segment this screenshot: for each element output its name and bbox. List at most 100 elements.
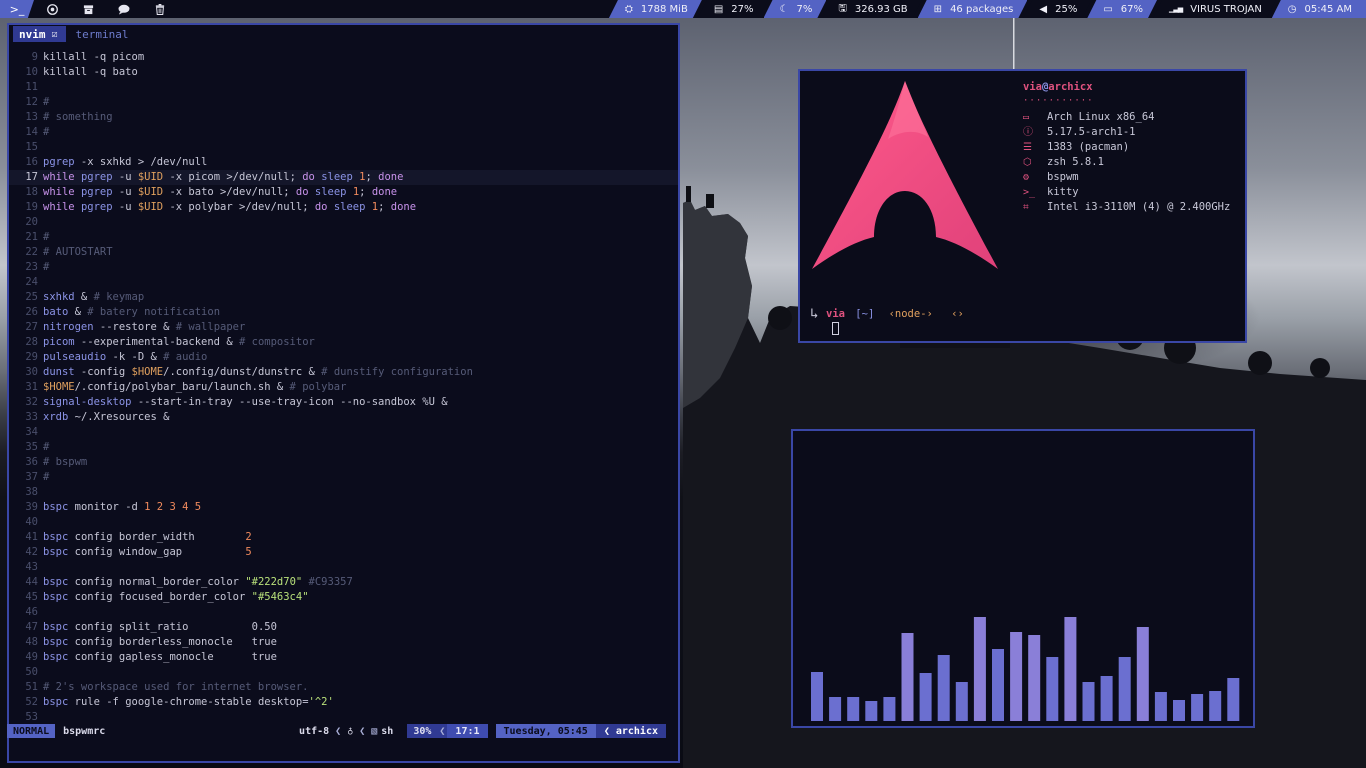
- code-line[interactable]: 33 xrdb ~/.Xresources &: [9, 410, 678, 425]
- code-line[interactable]: 41 bspc config border_width 2: [9, 530, 678, 545]
- info-icon: ⓘ: [1023, 127, 1033, 138]
- code-line[interactable]: 18 while pgrep -u $UID -x bato >/dev/null…: [9, 185, 678, 200]
- code-line[interactable]: 17 while pgrep -u $UID -x picom >/dev/nul…: [9, 170, 678, 185]
- line-number: 41: [25, 531, 38, 543]
- nvim-window[interactable]: nvim ☑ terminal 9 killall -q picom 10 killa…: [7, 23, 680, 763]
- code-line[interactable]: 10 killall -q bato: [9, 65, 678, 80]
- storage-module[interactable]: 🖫 326.93 GB: [822, 0, 921, 18]
- code-token: # compositor: [238, 336, 315, 348]
- code-token: # AUTOSTART: [43, 246, 113, 258]
- line-number: 23: [25, 261, 38, 273]
- code-line[interactable]: 12 #: [9, 95, 678, 110]
- fetch-row: ⓘ 5.17.5-arch1-1: [1023, 125, 1230, 140]
- archive-icon[interactable]: [70, 0, 106, 18]
- fetch-terminal-window[interactable]: via@archicx ··········· ▭ Arch Linux x86_…: [798, 69, 1247, 343]
- code-token: #: [43, 231, 50, 243]
- terminal-icon[interactable]: >_: [0, 0, 34, 18]
- code-line[interactable]: 20: [9, 215, 678, 230]
- line-number: 26: [25, 306, 38, 318]
- code-line[interactable]: 35 #: [9, 440, 678, 455]
- line-text: while pgrep -u $UID -x bato >/dev/null; …: [43, 185, 397, 200]
- code-line[interactable]: 26 bato & # batery notification: [9, 305, 678, 320]
- code-line[interactable]: 22 # AUTOSTART: [9, 245, 678, 260]
- code-buffer[interactable]: 9 killall -q picom 10 killall -q bato 11 12 #1…: [9, 50, 678, 725]
- code-line[interactable]: 31 $HOME/.config/polybar_baru/launch.sh &…: [9, 380, 678, 395]
- volume-module[interactable]: ◀ 25%: [1023, 0, 1091, 18]
- code-line[interactable]: 39 bspc monitor -d 1 2 3 4 5: [9, 500, 678, 515]
- code-line[interactable]: 43: [9, 560, 678, 575]
- code-line[interactable]: 48 bspc config borderless_monocle true: [9, 635, 678, 650]
- code-token: bato: [43, 306, 69, 318]
- line-text: bspc config focused_border_color "#5463c…: [43, 590, 309, 605]
- code-line[interactable]: 23 #: [9, 260, 678, 275]
- trash-icon[interactable]: [142, 0, 178, 18]
- code-token: do: [295, 186, 309, 198]
- code-line[interactable]: 16 pgrep -x sxhkd > /dev/null: [9, 155, 678, 170]
- code-token: # dunstify configuration: [321, 366, 473, 378]
- code-token: bspc: [43, 531, 69, 543]
- code-line[interactable]: 24: [9, 275, 678, 290]
- code-token: # something: [43, 111, 113, 123]
- code-line[interactable]: 29 pulseaudio -k -D & # audio: [9, 350, 678, 365]
- code-token: while: [43, 201, 75, 213]
- code-line[interactable]: 37 #: [9, 470, 678, 485]
- visualizer-bar: [1154, 692, 1167, 721]
- terminal-cursor: [832, 322, 839, 335]
- speaker-icon: ◀: [1039, 3, 1048, 15]
- code-line[interactable]: 13 # something: [9, 110, 678, 125]
- code-line[interactable]: 44 bspc config normal_border_color "#222d…: [9, 575, 678, 590]
- line-text: #: [43, 125, 49, 140]
- code-line[interactable]: 49 bspc config gapless_monocle true: [9, 650, 678, 665]
- code-line[interactable]: 51 # 2's workspace used for internet brow…: [9, 680, 678, 695]
- line-number: 51: [25, 681, 38, 693]
- fetch-row-value: 5.17.5-arch1-1: [1047, 126, 1136, 138]
- code-line[interactable]: 45 bspc config focused_border_color "#546…: [9, 590, 678, 605]
- code-line[interactable]: 15: [9, 140, 678, 155]
- code-token: --experimental-backend &: [74, 336, 239, 348]
- code-line[interactable]: 28 picom --experimental-backend & # compo…: [9, 335, 678, 350]
- memory-module[interactable]: ⛭ 1788 MiB: [609, 0, 702, 18]
- line-text: signal-desktop --start-in-tray --use-tra…: [43, 395, 448, 410]
- code-line[interactable]: 11: [9, 80, 678, 95]
- code-line[interactable]: 46: [9, 605, 678, 620]
- code-line[interactable]: 9 killall -q picom: [9, 50, 678, 65]
- code-line[interactable]: 14 #: [9, 125, 678, 140]
- code-line[interactable]: 32 signal-desktop --start-in-tray --use-t…: [9, 395, 678, 410]
- code-line[interactable]: 36 # bspwm: [9, 455, 678, 470]
- code-token: $HOME: [43, 381, 75, 393]
- disk-usage-module[interactable]: ▤ 27%: [698, 0, 768, 18]
- code-line[interactable]: 25 sxhkd & # keymap: [9, 290, 678, 305]
- chrome-icon[interactable]: [34, 0, 70, 18]
- packages-module[interactable]: ⊞ 46 packages: [918, 0, 1028, 18]
- prompt-dir: [~]: [855, 308, 875, 320]
- tab-nvim[interactable]: nvim ☑: [13, 26, 66, 42]
- code-line[interactable]: 34: [9, 425, 678, 440]
- code-line[interactable]: 21 #: [9, 230, 678, 245]
- top-bar-launchers: >_: [0, 0, 178, 18]
- code-line[interactable]: 30 dunst -config $HOME/.config/dunst/duns…: [9, 365, 678, 380]
- code-line[interactable]: 38: [9, 485, 678, 500]
- code-line[interactable]: 47 bspc config split_ratio 0.50: [9, 620, 678, 635]
- visualizer-bar: [955, 682, 968, 721]
- line-number: 35: [25, 441, 38, 453]
- code-line[interactable]: 50: [9, 665, 678, 680]
- code-line[interactable]: 53: [9, 710, 678, 725]
- visualizer-bar: [1191, 694, 1204, 721]
- code-line[interactable]: 52 bspc rule -f google-chrome-stable desk…: [9, 695, 678, 710]
- line-text: # something: [43, 110, 113, 125]
- code-line[interactable]: 27 nitrogen --restore & # wallpaper: [9, 320, 678, 335]
- network-module[interactable]: ▁▃▅ VIRUS TROJAN: [1153, 0, 1276, 18]
- battery-module[interactable]: ▭ 67%: [1087, 0, 1157, 18]
- line-text: # 2's workspace used for internet browse…: [43, 680, 309, 695]
- code-line[interactable]: 42 bspc config window_gap 5: [9, 545, 678, 560]
- tab-terminal[interactable]: terminal: [76, 28, 129, 41]
- code-line[interactable]: 19 while pgrep -u $UID -x polybar >/dev/n…: [9, 200, 678, 215]
- visualizer-bar: [1064, 617, 1077, 721]
- audio-visualizer-window[interactable]: [791, 429, 1255, 728]
- clock-module[interactable]: ◷ 05:45 AM: [1271, 0, 1366, 18]
- brightness-module[interactable]: ☾ 7%: [764, 0, 827, 18]
- line-number: 42: [25, 546, 38, 558]
- code-line[interactable]: 40: [9, 515, 678, 530]
- chat-icon[interactable]: [106, 0, 142, 18]
- terminal-prompt-icon: >_: [1023, 187, 1036, 198]
